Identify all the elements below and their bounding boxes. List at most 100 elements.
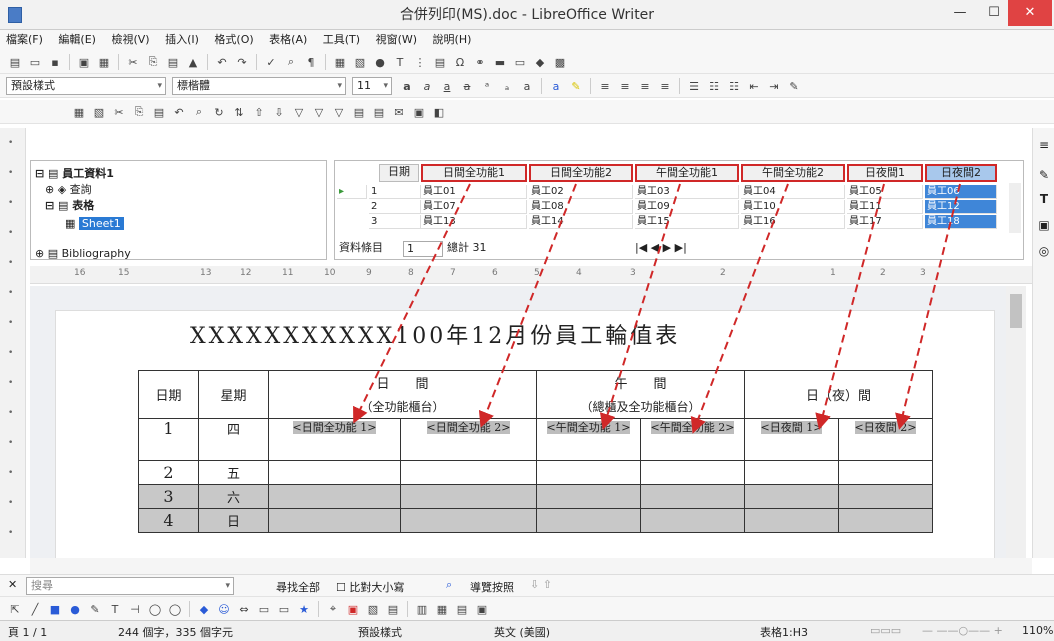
search-icon[interactable]: ⌕ xyxy=(190,103,208,121)
menu-edit[interactable]: 編輯(E) xyxy=(52,30,102,50)
clone-icon[interactable]: ▲ xyxy=(184,53,202,71)
mail-merge-icon[interactable]: ✉ xyxy=(390,103,408,121)
save-icon[interactable]: ▪ xyxy=(46,53,64,71)
table-cell[interactable] xyxy=(838,508,933,533)
align-objects-icon[interactable]: ▥ xyxy=(413,600,431,618)
horizontal-scrollbar[interactable] xyxy=(30,558,1032,574)
cut-icon[interactable]: ✂ xyxy=(110,103,128,121)
undo-icon[interactable]: ↶ xyxy=(213,53,231,71)
align-right-icon[interactable]: ≡ xyxy=(636,77,654,95)
shadow-icon[interactable]: a xyxy=(518,77,536,95)
grid-cell[interactable]: 3 xyxy=(369,215,421,229)
explorer-icon[interactable]: ◧ xyxy=(430,103,448,121)
comment-icon[interactable]: ▭ xyxy=(511,53,529,71)
menu-help[interactable]: 說明(H) xyxy=(427,30,478,50)
underline-icon[interactable]: a xyxy=(438,77,456,95)
grid-cell[interactable]: 員工03 xyxy=(635,185,739,199)
menu-format[interactable]: 格式(O) xyxy=(208,30,259,50)
navigator-icon[interactable]: ◎ xyxy=(1037,244,1051,258)
field-cell[interactable]: <日夜間 1> xyxy=(744,418,839,461)
rectangle-icon[interactable]: ■ xyxy=(46,600,64,618)
connector-icon[interactable]: ⊣ xyxy=(126,600,144,618)
grid-cell[interactable]: 員工13 xyxy=(421,215,527,229)
refresh-icon[interactable]: ↻ xyxy=(210,103,228,121)
grid-header[interactable]: 日間全功能2 xyxy=(529,164,633,182)
font-size-select[interactable]: 11 ▾ xyxy=(352,77,392,95)
grid-cell[interactable]: 員工18 xyxy=(925,215,997,229)
arrange-icon[interactable]: ▦ xyxy=(433,600,451,618)
grid-cell[interactable]: 員工11 xyxy=(847,200,923,214)
remove-filter-icon[interactable]: ▽ xyxy=(330,103,348,121)
table-cell[interactable] xyxy=(536,484,641,509)
table-cell[interactable] xyxy=(400,460,537,485)
grid-header[interactable]: 日間全功能1 xyxy=(421,164,527,182)
table-cell[interactable] xyxy=(400,508,537,533)
hyperlink-icon[interactable]: ⚭ xyxy=(471,53,489,71)
font-color-icon[interactable]: a xyxy=(547,77,565,95)
find-replace-icon[interactable]: ⌕ xyxy=(446,578,452,592)
subscript-icon[interactable]: ₐ xyxy=(498,77,516,95)
tree-item-bibliography[interactable]: ⊕ ▤ Bibliography xyxy=(35,247,131,261)
first-record-icon[interactable]: |◀ xyxy=(635,241,651,254)
maximize-button[interactable]: ☐ xyxy=(978,0,1010,26)
copy-icon[interactable]: ⎘ xyxy=(130,103,148,121)
field-cell[interactable]: <午間全功能 2> xyxy=(640,418,745,461)
grid-cell[interactable]: 員工06 xyxy=(925,185,997,199)
record-number-input[interactable]: 1 xyxy=(403,241,443,257)
language[interactable]: 英文 (美國) xyxy=(494,624,550,640)
points-icon[interactable]: ⌖ xyxy=(324,600,342,618)
textbox-icon[interactable]: T xyxy=(106,600,124,618)
find-all-button[interactable]: 尋找全部 xyxy=(276,579,320,595)
merge-field-day1[interactable]: <日間全功能 1> xyxy=(292,421,377,434)
stars-icon[interactable]: ★ xyxy=(295,600,313,618)
new-icon[interactable]: ▤ xyxy=(6,53,24,71)
pen-icon[interactable]: ✎ xyxy=(86,600,104,618)
grid-cell[interactable]: 員工14 xyxy=(529,215,633,229)
ellipse-icon[interactable]: ● xyxy=(66,600,84,618)
table-cell[interactable] xyxy=(640,460,745,485)
block-arrows-icon[interactable]: ⇔ xyxy=(235,600,253,618)
word-count[interactable]: 244 個字，335 個字元 xyxy=(118,624,233,640)
table-cell[interactable] xyxy=(268,508,401,533)
grid-cell[interactable]: 員工09 xyxy=(635,200,739,214)
grid-cell[interactable]: 員工12 xyxy=(925,200,997,214)
insert-image-icon[interactable]: ▧ xyxy=(351,53,369,71)
autofilter-icon[interactable]: ▽ xyxy=(310,103,328,121)
copy-icon[interactable]: ⎘ xyxy=(144,53,162,71)
pencil-icon[interactable]: ✎ xyxy=(785,77,803,95)
table-cell[interactable] xyxy=(640,508,745,533)
find-replace-icon[interactable]: ⌕ xyxy=(282,53,300,71)
vertical-scrollbar[interactable] xyxy=(1006,286,1026,558)
table-cell[interactable] xyxy=(400,484,537,509)
tree-item-database[interactable]: ⊟ ▤ 員工資料1 xyxy=(35,167,114,181)
view-layout-icon[interactable]: ▭▭▭ xyxy=(870,624,901,637)
filter-icon[interactable]: ▽ xyxy=(290,103,308,121)
menu-view[interactable]: 檢視(V) xyxy=(105,30,155,50)
anchor-icon[interactable]: ▣ xyxy=(473,600,491,618)
table-cell[interactable] xyxy=(838,484,933,509)
merge-field-noon2[interactable]: <午間全功能 2> xyxy=(650,421,735,434)
table-cell[interactable] xyxy=(744,508,839,533)
open-icon[interactable]: ▭ xyxy=(26,53,44,71)
wrap-icon[interactable]: ▤ xyxy=(453,600,471,618)
find-prev-icon[interactable]: ⇩ ⇧ xyxy=(530,578,552,591)
redo-icon[interactable]: ↷ xyxy=(233,53,251,71)
bullets-icon[interactable]: ☷ xyxy=(705,77,723,95)
select-icon[interactable]: ⇱ xyxy=(6,600,24,618)
formatting-marks-icon[interactable]: ¶ xyxy=(302,53,320,71)
line-spacing-icon[interactable]: ☰ xyxy=(685,77,703,95)
tree-item-tables[interactable]: ⊟ ▤ 表格 xyxy=(45,199,94,213)
grid-cell[interactable]: 員工04 xyxy=(741,185,845,199)
bold-icon[interactable]: a xyxy=(398,77,416,95)
match-case-checkbox[interactable]: ☐ 比對大小寫 xyxy=(336,579,404,595)
table-cell[interactable] xyxy=(268,484,401,509)
paragraph-style-select[interactable]: 預設樣式 ▾ xyxy=(6,77,166,95)
page-style[interactable]: 預設樣式 xyxy=(358,624,402,640)
fontwork-icon[interactable]: ▣ xyxy=(344,600,362,618)
menu-insert[interactable]: 插入(I) xyxy=(159,30,205,50)
merge-field-noon1[interactable]: <午間全功能 1> xyxy=(546,421,631,434)
insert-chart-icon[interactable]: ● xyxy=(371,53,389,71)
grid-cell[interactable]: 員工15 xyxy=(635,215,739,229)
export-pdf-icon[interactable]: ▣ xyxy=(75,53,93,71)
grid-cell[interactable]: 2 xyxy=(369,200,421,214)
